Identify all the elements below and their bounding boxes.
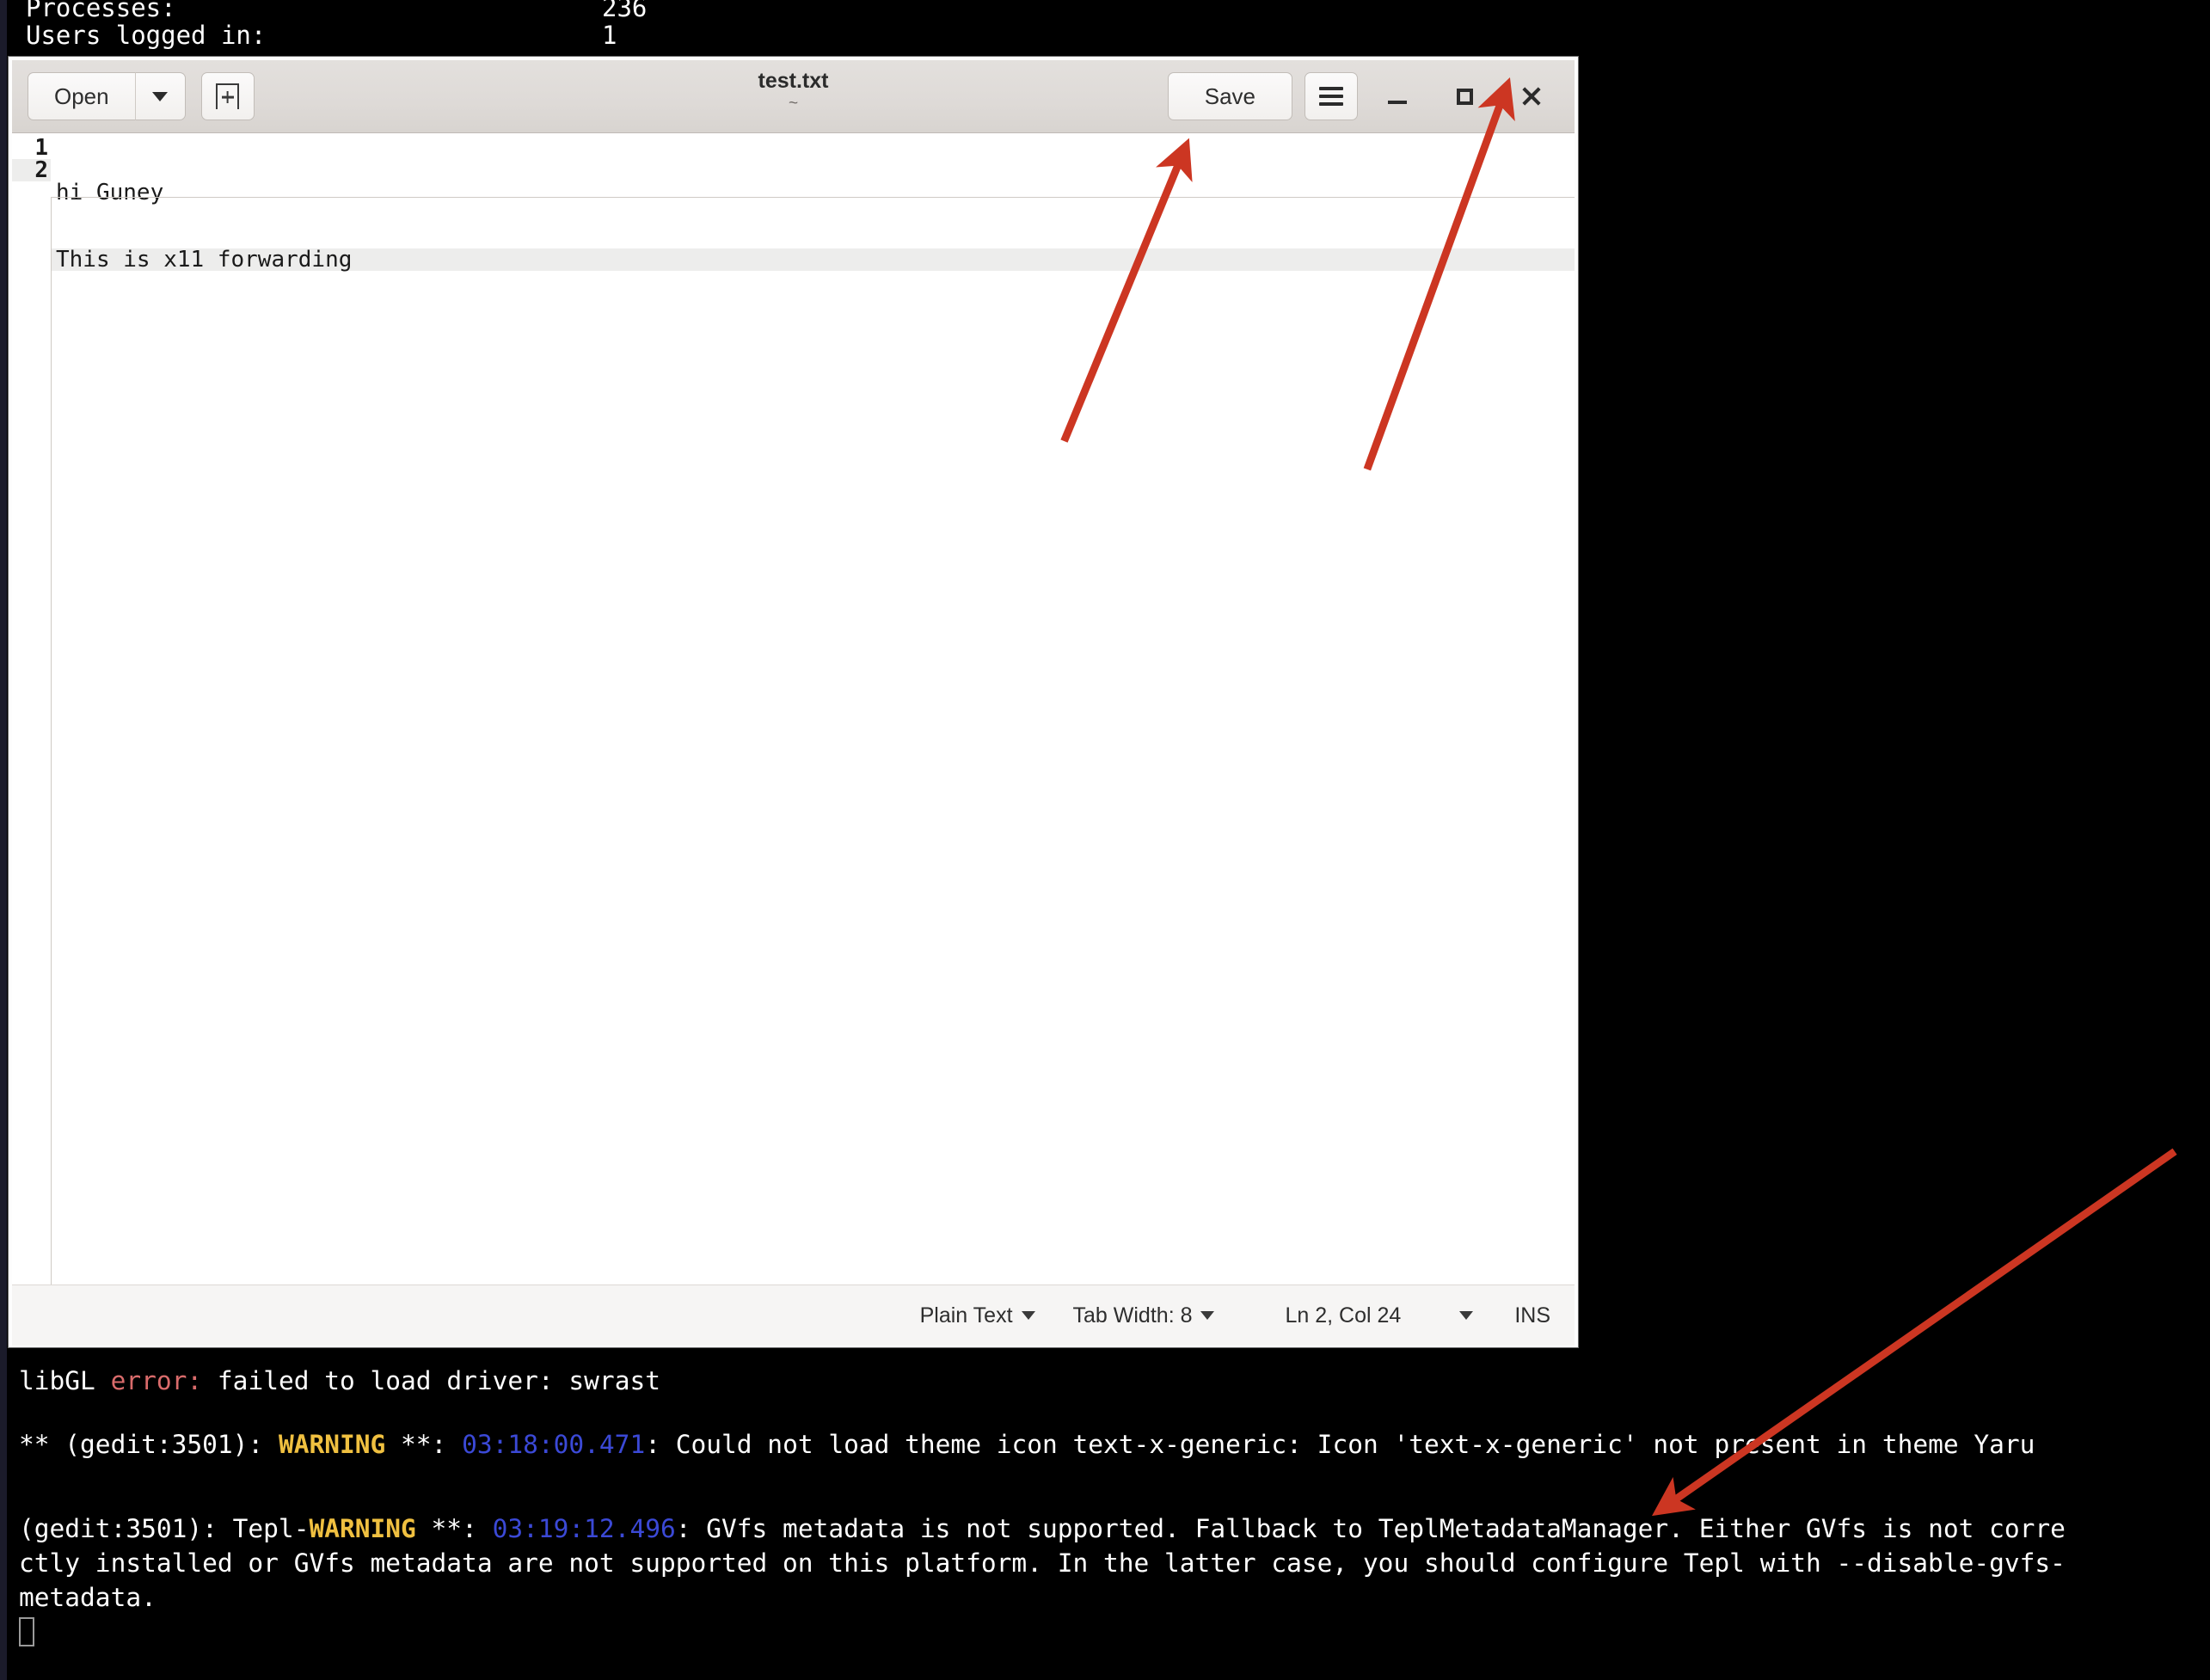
terminal-top-line-2: Users logged in:	[26, 19, 266, 52]
terminal-warning-line-2: (gedit:3501): Tepl-WARNING **: 03:19:12.…	[19, 1511, 2066, 1546]
headerbar-left-group: Open	[28, 72, 255, 120]
save-button-label: Save	[1204, 83, 1255, 109]
maximize-button[interactable]	[1437, 69, 1492, 124]
hamburger-menu-icon	[1319, 87, 1343, 106]
language-label: Plain Text	[919, 1303, 1013, 1327]
tab-width-label: Tab Width: 8	[1072, 1303, 1193, 1327]
screen: Processes: 236 Users logged in: 1 Open t…	[0, 0, 2210, 1680]
line-number: 1	[34, 135, 48, 161]
terminal-cursor	[19, 1617, 34, 1646]
minimize-button[interactable]	[1370, 69, 1425, 124]
gedit-window[interactable]: Open test.txt ~ Save 1 2 hi Guney This i…	[9, 57, 1578, 1347]
headerbar-right-group: Save	[1167, 69, 1559, 124]
terminal-warning-line-1: ** (gedit:3501): WARNING **: 03:18:00.47…	[19, 1427, 2035, 1462]
chevron-down-icon	[1459, 1311, 1474, 1320]
terminal-prompt-line	[19, 1615, 34, 1649]
terminal-value-users: 1	[602, 21, 617, 50]
line-number: 2	[12, 159, 51, 181]
gedit-headerbar: Open test.txt ~ Save	[12, 60, 1575, 133]
tab-width-selector[interactable]: Tab Width: 8	[1054, 1303, 1234, 1328]
chevron-down-icon	[152, 91, 169, 101]
terminal-warning-line-2-wrap-2: metadata.	[19, 1580, 157, 1615]
warning2-prefix: (gedit:3501): Tepl-	[19, 1514, 310, 1543]
warning2-word: WARNING	[309, 1514, 416, 1543]
chevron-down-icon	[1200, 1311, 1215, 1320]
editor-area[interactable]: 1 2 hi Guney This is x11 forwarding	[12, 133, 1575, 1285]
warning2-rest-3: metadata.	[19, 1583, 157, 1612]
terminal-libgl-error: libGL error: failed to load driver: swra…	[19, 1364, 660, 1398]
document-line: This is x11 forwarding	[51, 248, 1575, 271]
close-icon	[1520, 85, 1543, 107]
hamburger-menu-button[interactable]	[1305, 72, 1358, 120]
warning1-word: WARNING	[278, 1430, 386, 1459]
text-buffer[interactable]: hi Guney This is x11 forwarding	[51, 133, 1575, 1285]
open-button-label: Open	[54, 83, 109, 109]
cursor-position: Ln 2, Col 24	[1285, 1303, 1402, 1327]
insert-mode-indicator: INS	[1514, 1303, 1550, 1327]
warning1-rest: : Could not load theme icon text-x-gener…	[645, 1430, 2035, 1459]
chevron-down-icon	[1021, 1311, 1035, 1320]
warning2-rest-1: : GVfs metadata is not supported. Fallba…	[675, 1514, 2066, 1543]
save-button[interactable]: Save	[1167, 72, 1292, 120]
new-document-button[interactable]	[200, 72, 255, 120]
terminal-label-users: Users logged in:	[26, 21, 267, 50]
open-button-group[interactable]: Open	[28, 72, 186, 120]
warning2-timestamp: 03:19:12.496	[492, 1514, 676, 1543]
libgl-prefix: libGL	[19, 1366, 111, 1395]
libgl-error-word: error:	[110, 1366, 203, 1395]
warning1-mid: **:	[385, 1430, 463, 1459]
libgl-rest: failed to load driver: swrast	[202, 1366, 660, 1395]
maximize-icon	[1456, 88, 1473, 105]
line-number-gutter: 1 2	[12, 133, 51, 1285]
close-button[interactable]	[1504, 69, 1559, 124]
warning2-mid: **:	[415, 1514, 493, 1543]
terminal-warning-line-2-wrap-1: ctly installed or GVfs metadata are not …	[19, 1548, 2066, 1578]
open-button[interactable]: Open	[28, 72, 136, 120]
cursor-position-dropdown[interactable]	[1420, 1311, 1492, 1320]
new-document-icon	[216, 83, 240, 109]
open-dropdown-button[interactable]	[135, 72, 186, 120]
terminal-left-edge	[0, 0, 7, 1680]
warning1-prefix: ** (gedit:3501):	[19, 1430, 279, 1459]
minimize-icon	[1388, 101, 1407, 104]
document-line: hi Guney	[56, 180, 164, 205]
language-selector[interactable]: Plain Text	[901, 1303, 1054, 1328]
warning1-timestamp: 03:18:00.471	[462, 1430, 646, 1459]
gedit-statusbar: Plain Text Tab Width: 8 Ln 2, Col 24 INS	[12, 1285, 1575, 1346]
